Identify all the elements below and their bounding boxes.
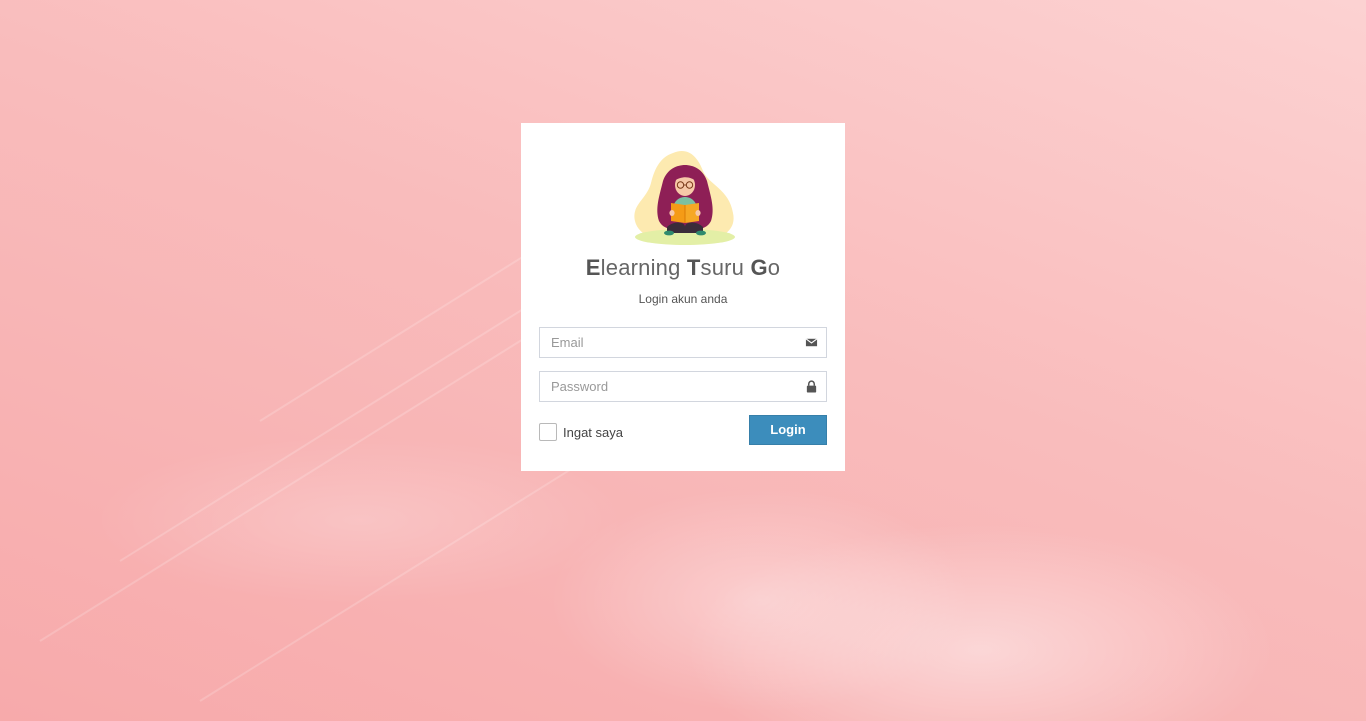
remember-me-checkbox[interactable] xyxy=(539,423,557,441)
email-field-wrapper xyxy=(539,327,827,358)
title-initial-g: G xyxy=(750,255,768,280)
title-rest-g: o xyxy=(767,255,781,280)
background-cloud-streak xyxy=(119,284,562,562)
email-input[interactable] xyxy=(540,328,801,357)
password-input[interactable] xyxy=(540,372,801,401)
title-rest-e: learning xyxy=(600,255,687,280)
title-initial-e: E xyxy=(585,255,601,280)
remember-me-label[interactable]: Ingat saya xyxy=(563,425,623,440)
background-cloud-streak xyxy=(39,322,550,642)
envelope-icon xyxy=(805,338,818,347)
title-rest-t: suru xyxy=(700,255,751,280)
background-cloud-streak xyxy=(199,435,625,702)
lock-icon xyxy=(806,380,817,393)
login-button[interactable]: Login xyxy=(749,415,827,445)
logo-illustration xyxy=(634,151,735,245)
password-field-wrapper xyxy=(539,371,827,402)
title-initial-t: T xyxy=(686,255,701,280)
login-box: Elearning Tsuru Go Login akun anda Ingat… xyxy=(521,123,845,471)
login-subtitle: Login akun anda xyxy=(638,292,728,306)
app-title: Elearning Tsuru Go xyxy=(521,255,845,281)
